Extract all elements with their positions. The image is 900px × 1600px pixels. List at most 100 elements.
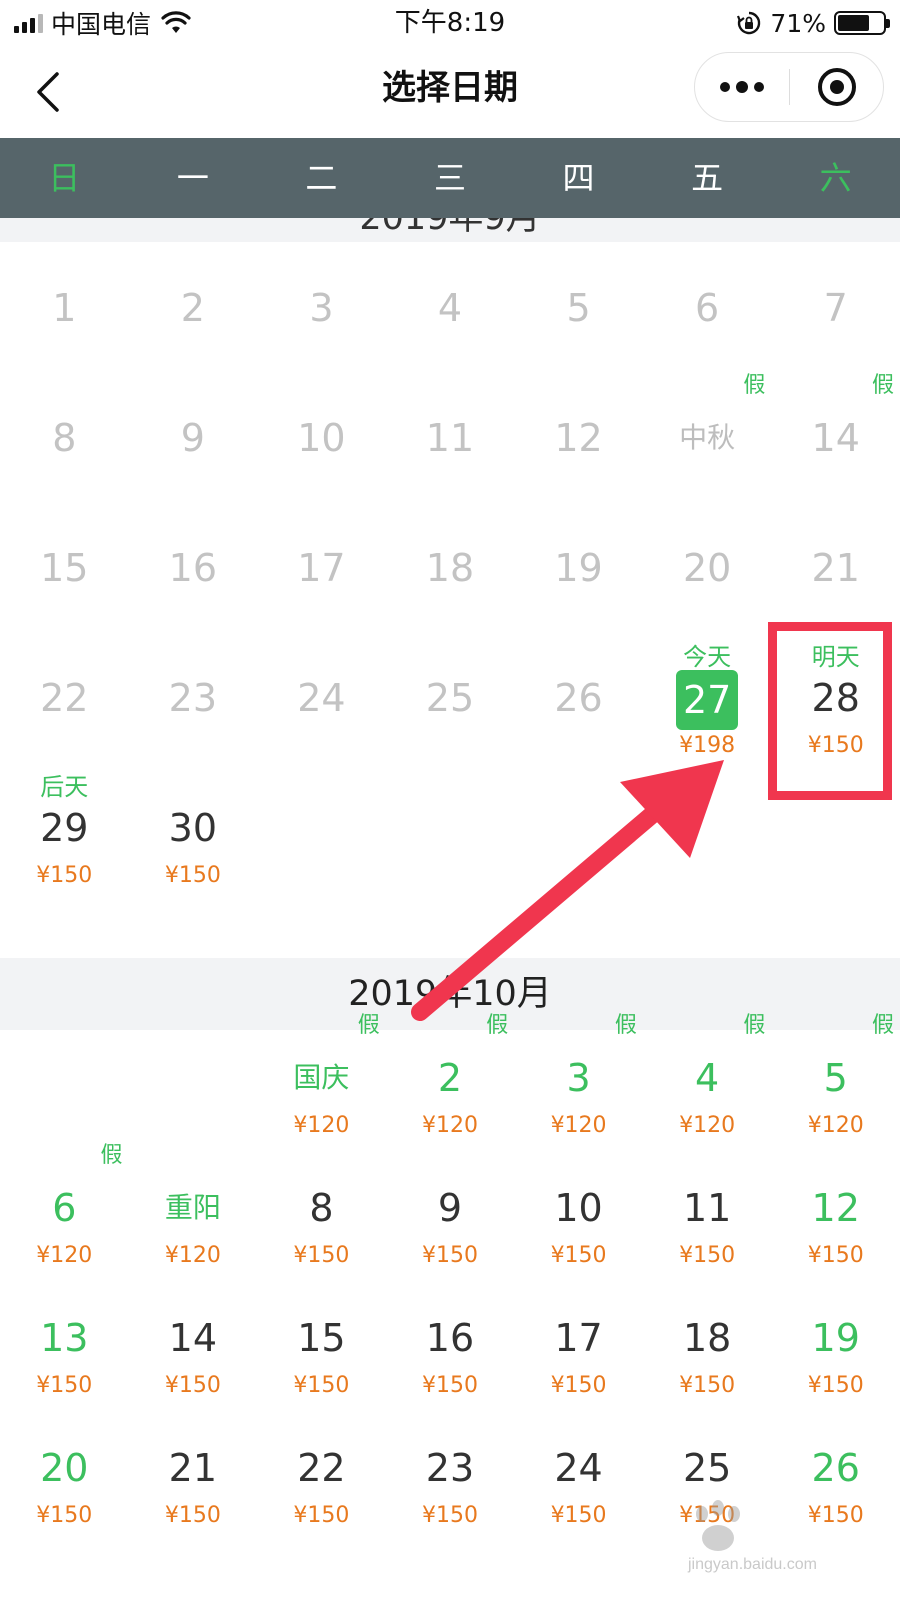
- day-cell-oct-9[interactable]: 9 ¥150: [386, 1142, 515, 1274]
- day-cell-sept-24: 24: [257, 632, 386, 764]
- day-number: 22: [40, 676, 89, 720]
- day-number: 23: [425, 1446, 475, 1490]
- day-cell-oct-24[interactable]: 24 ¥150: [514, 1402, 643, 1534]
- day-cell-sept-26: 26: [514, 632, 643, 764]
- day-number: 2: [180, 286, 205, 330]
- day-cell-oct-13[interactable]: 13 ¥150: [0, 1272, 129, 1404]
- day-cell-oct-16[interactable]: 16 ¥150: [386, 1272, 515, 1404]
- weekday-tue: 二: [305, 159, 338, 197]
- day-number: 21: [168, 1446, 218, 1490]
- day-number: 19: [811, 1316, 860, 1360]
- day-number: 3: [309, 286, 334, 330]
- miniprogram-capsule: [694, 52, 884, 122]
- holiday-tag: 假: [486, 1013, 509, 1038]
- close-target-icon: [817, 68, 856, 106]
- day-price: ¥150: [164, 863, 221, 888]
- day-number: 14: [168, 1316, 218, 1360]
- close-miniprogram-button[interactable]: [790, 53, 883, 121]
- day-number: 15: [297, 1316, 346, 1360]
- day-price: ¥150: [36, 863, 93, 888]
- day-cell-sept-25: 25: [386, 632, 515, 764]
- weekday-sun: 日: [48, 159, 81, 197]
- day-number: 24: [297, 676, 346, 720]
- day-price: ¥150: [807, 1373, 864, 1398]
- day-price: ¥120: [421, 1113, 478, 1138]
- holiday-tag: 假: [743, 373, 766, 398]
- day-cell-sept-7: 7: [771, 242, 900, 374]
- day-cell-oct-8[interactable]: 8 ¥150: [257, 1142, 386, 1274]
- day-price: ¥150: [550, 1243, 607, 1268]
- day-cell-oct-21[interactable]: 21 ¥150: [129, 1402, 258, 1534]
- day-number: 30: [168, 806, 218, 850]
- day-cell-oct-12[interactable]: 12 ¥150: [771, 1142, 900, 1274]
- day-cell-oct-3[interactable]: 假 3 ¥120: [514, 1012, 643, 1144]
- day-price: ¥150: [36, 1503, 93, 1528]
- month-header-sept: 2019年9月: [0, 218, 900, 242]
- day-cell-oct-5[interactable]: 假 5 ¥120: [771, 1012, 900, 1144]
- day-number: 3: [566, 1056, 591, 1100]
- day-cell-sept-29[interactable]: 后天 29 ¥150: [0, 762, 129, 894]
- day-cell-sept-10: 10: [257, 372, 386, 504]
- day-number: 24: [554, 1446, 603, 1490]
- day-price: ¥120: [679, 1113, 736, 1138]
- day-cell-sept-27[interactable]: 今天 27 ¥198: [643, 632, 772, 764]
- day-cell-sept-11: 11: [386, 372, 515, 504]
- day-cell-sept-17: 17: [257, 502, 386, 634]
- day-cell-sept-20: 20: [643, 502, 772, 634]
- day-number: 11: [682, 1186, 732, 1230]
- day-cell-oct-17[interactable]: 17 ¥150: [514, 1272, 643, 1404]
- day-cell-sept-12: 12: [514, 372, 643, 504]
- day-number: 13: [40, 1316, 89, 1360]
- day-cell-oct-2[interactable]: 假 2 ¥120: [386, 1012, 515, 1144]
- day-number: 6: [695, 286, 720, 330]
- day-number: 14: [811, 416, 860, 460]
- day-cell-oct-18[interactable]: 18 ¥150: [643, 1272, 772, 1404]
- status-right: 71%: [736, 6, 890, 40]
- day-cell-oct-7[interactable]: 重阳 ¥120: [129, 1142, 258, 1274]
- battery-level: [838, 15, 870, 31]
- day-price: ¥198: [679, 733, 736, 758]
- day-cell-oct-1[interactable]: 假国庆 ¥120: [257, 1012, 386, 1144]
- more-dots-icon: [720, 81, 764, 93]
- day-number: 26: [811, 1446, 860, 1490]
- day-cell-sept-2: 2: [129, 242, 258, 374]
- day-price: ¥120: [36, 1243, 93, 1268]
- day-cell-oct-23[interactable]: 23 ¥150: [386, 1402, 515, 1534]
- day-cell-oct-22[interactable]: 22 ¥150: [257, 1402, 386, 1534]
- day-cell-sept-4: 4: [386, 242, 515, 374]
- relative-day-label: 后天: [40, 773, 89, 801]
- holiday-tag: 假: [100, 1143, 123, 1168]
- day-number: 18: [425, 546, 475, 590]
- day-number: 9: [437, 1186, 463, 1230]
- day-number: 1: [52, 286, 77, 330]
- relative-day-label: 今天: [683, 643, 732, 671]
- day-number: 2: [437, 1056, 463, 1100]
- day-cell-oct-19[interactable]: 19 ¥150: [771, 1272, 900, 1404]
- day-cell-oct-14[interactable]: 14 ¥150: [129, 1272, 258, 1404]
- day-cell-oct-4[interactable]: 假 4 ¥120: [643, 1012, 772, 1144]
- day-price: ¥150: [421, 1243, 478, 1268]
- day-number: 16: [425, 1316, 475, 1360]
- battery-percent: 71%: [770, 8, 826, 38]
- day-cell-oct-6[interactable]: 假 6 ¥120: [0, 1142, 129, 1274]
- day-cell-sept-14: 假 14: [771, 372, 900, 504]
- day-cell-oct-11[interactable]: 11 ¥150: [643, 1142, 772, 1274]
- holiday-tag: 假: [357, 1013, 380, 1038]
- month-title-sept: 2019年9月: [359, 218, 541, 238]
- day-price: ¥150: [164, 1503, 221, 1528]
- weekday-header: 日 一 二 三 四 五 六: [0, 138, 900, 218]
- day-cell-oct-15[interactable]: 15 ¥150: [257, 1272, 386, 1404]
- weekday-fri: 五: [691, 159, 724, 197]
- day-price: ¥150: [807, 1243, 864, 1268]
- status-bar: 中国电信 下午8:19 71%: [0, 0, 900, 46]
- day-price: ¥150: [293, 1243, 350, 1268]
- day-number: 21: [811, 546, 860, 590]
- day-cell-sept-30[interactable]: 30 ¥150: [129, 762, 258, 894]
- day-cell-sept-18: 18: [386, 502, 515, 634]
- day-cell-sept-16: 16: [129, 502, 258, 634]
- more-button[interactable]: [695, 53, 789, 121]
- day-cell-sept-15: 15: [0, 502, 129, 634]
- day-cell-oct-20[interactable]: 20 ¥150: [0, 1402, 129, 1534]
- festival-label: 国庆: [293, 1061, 350, 1094]
- day-cell-oct-10[interactable]: 10 ¥150: [514, 1142, 643, 1274]
